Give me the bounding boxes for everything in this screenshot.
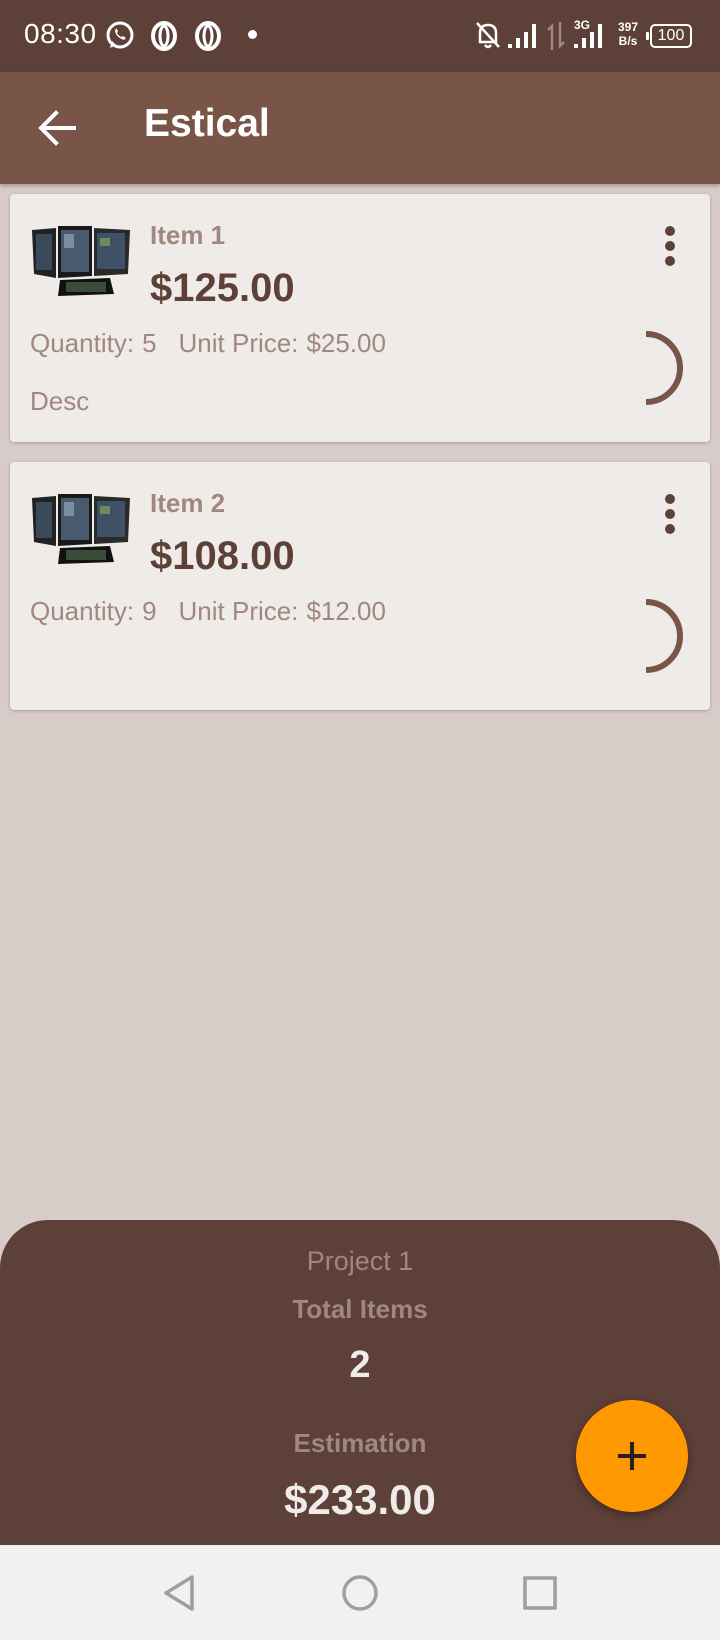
- quantity-value: 5: [142, 328, 157, 358]
- signal-icon: [508, 24, 536, 48]
- recents-square-icon: [523, 1576, 557, 1610]
- item-total-price: $108.00: [150, 534, 295, 578]
- signal-icon: [574, 24, 602, 48]
- whatsapp-icon: [106, 21, 134, 49]
- nav-home-button[interactable]: [338, 1571, 382, 1615]
- quantity-label: Quantity:: [30, 328, 135, 358]
- item-details-row: Quantity: 9 Unit Price: $12.00: [30, 596, 394, 627]
- app-title: Estical: [144, 102, 270, 145]
- item-name: Item 2: [150, 488, 226, 518]
- unit-price-label: Unit Price:: [178, 328, 299, 358]
- status-time: 08:30: [24, 18, 97, 49]
- quantity-label: Quantity:: [30, 596, 135, 626]
- unit-price-value: $12.00: [306, 596, 386, 626]
- more-options-button[interactable]: [644, 488, 696, 540]
- back-triangle-icon: [164, 1575, 194, 1611]
- item-total-price: $125.00: [150, 266, 295, 310]
- item-thumbnail: [32, 494, 130, 564]
- home-circle-icon: [342, 1575, 378, 1611]
- unit-price-label: Unit Price:: [178, 596, 299, 626]
- quantity-value: 9: [142, 596, 157, 626]
- back-button[interactable]: [30, 100, 86, 156]
- total-items-value: 2: [349, 1344, 371, 1386]
- status-bar: 08:30 3G 397 B/s 100: [0, 0, 720, 72]
- item-thumbnail: [32, 226, 130, 296]
- network-speed: 397 B/s: [618, 20, 638, 48]
- system-nav-bar: [0, 1545, 720, 1640]
- app-bar: Estical: [0, 72, 720, 184]
- item-name: Item 1: [150, 220, 226, 250]
- unit-price-value: $25.00: [306, 328, 386, 358]
- add-item-button[interactable]: [576, 1400, 688, 1512]
- nav-recents-button[interactable]: [518, 1571, 562, 1615]
- more-vert-icon: [665, 226, 675, 266]
- item-card[interactable]: Item 2 $108.00 Quantity: 9 Unit Price: $12.…: [10, 462, 710, 710]
- data-arrows-icon: [547, 22, 565, 50]
- opera-icon: [195, 21, 221, 51]
- arrow-back-icon: [38, 110, 76, 146]
- loading-spinner-icon: [645, 331, 683, 405]
- speed-value: 397: [618, 20, 639, 34]
- item-description: Desc: [30, 386, 90, 416]
- project-name: Project 1: [306, 1246, 414, 1276]
- speed-unit: B/s: [618, 34, 638, 48]
- loading-spinner-icon: [645, 599, 683, 673]
- item-details-row: Quantity: 5 Unit Price: $25.00: [30, 328, 394, 359]
- total-items-label: Total Items: [292, 1294, 428, 1324]
- notification-dot-icon: [248, 30, 257, 39]
- notifications-off-icon: [476, 22, 500, 49]
- item-card[interactable]: Item 1 $125.00 Quantity: 5 Unit Price: $25.…: [10, 194, 710, 442]
- opera-icon: [151, 21, 177, 51]
- nav-back-button[interactable]: [158, 1571, 202, 1615]
- more-options-button[interactable]: [644, 220, 696, 272]
- more-vert-icon: [665, 494, 675, 534]
- battery-indicator: 100: [646, 24, 692, 48]
- plus-icon: [618, 1442, 646, 1470]
